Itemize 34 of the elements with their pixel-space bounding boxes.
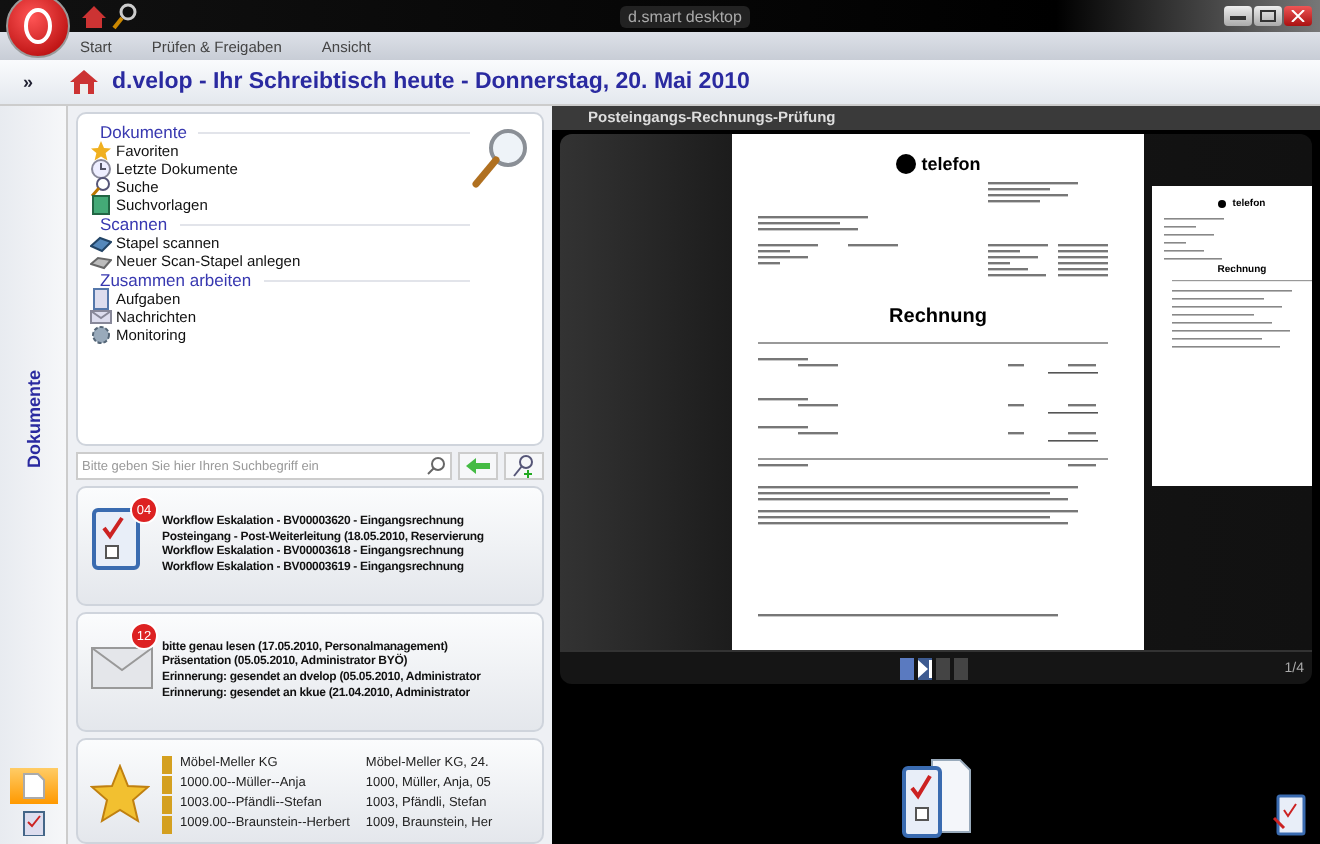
book-icon bbox=[90, 194, 112, 216]
page-title: d.velop - Ihr Schreibtisch heute - Donnerstag, 20. Mai 2010 bbox=[112, 70, 750, 94]
expand-button[interactable]: » bbox=[0, 72, 56, 92]
dot-logo-icon bbox=[1218, 200, 1227, 208]
search-icon[interactable] bbox=[426, 456, 446, 477]
envelope-icon bbox=[90, 306, 112, 328]
scanner-icon bbox=[90, 232, 112, 254]
section-title: Scannen bbox=[100, 214, 168, 234]
magnifier-icon bbox=[470, 126, 530, 190]
address-block-drawing bbox=[1164, 214, 1226, 260]
clipboard-icon[interactable] bbox=[19, 808, 47, 836]
window-title: d.smart desktop bbox=[620, 5, 750, 27]
gear-icon bbox=[90, 324, 112, 346]
search-icon bbox=[90, 176, 112, 198]
section-title: Zusammen arbeiten bbox=[100, 270, 252, 290]
clipboard-documents-icon[interactable] bbox=[900, 756, 972, 840]
star-icon bbox=[90, 140, 112, 162]
home-icon bbox=[68, 68, 100, 96]
add-search-button[interactable] bbox=[504, 452, 544, 481]
minimize-icon[interactable] bbox=[1229, 10, 1246, 22]
page-button[interactable] bbox=[918, 657, 932, 679]
envelope-icon bbox=[90, 642, 154, 691]
section-title: Dokumente bbox=[100, 122, 187, 142]
side-tab[interactable]: Dokumente bbox=[23, 370, 43, 469]
maximize-icon[interactable] bbox=[1259, 10, 1276, 22]
star-icon bbox=[90, 764, 150, 825]
document-heading: Rechnung bbox=[889, 306, 987, 328]
close-icon[interactable] bbox=[1289, 10, 1306, 22]
app-logo-icon[interactable] bbox=[6, 0, 70, 58]
document-brand: telefon bbox=[921, 154, 981, 174]
clipboard-icon bbox=[90, 288, 112, 310]
clipboard-checklist-icon[interactable] bbox=[1272, 792, 1308, 836]
clock-icon bbox=[90, 158, 112, 180]
dot-logo-icon bbox=[895, 154, 916, 174]
